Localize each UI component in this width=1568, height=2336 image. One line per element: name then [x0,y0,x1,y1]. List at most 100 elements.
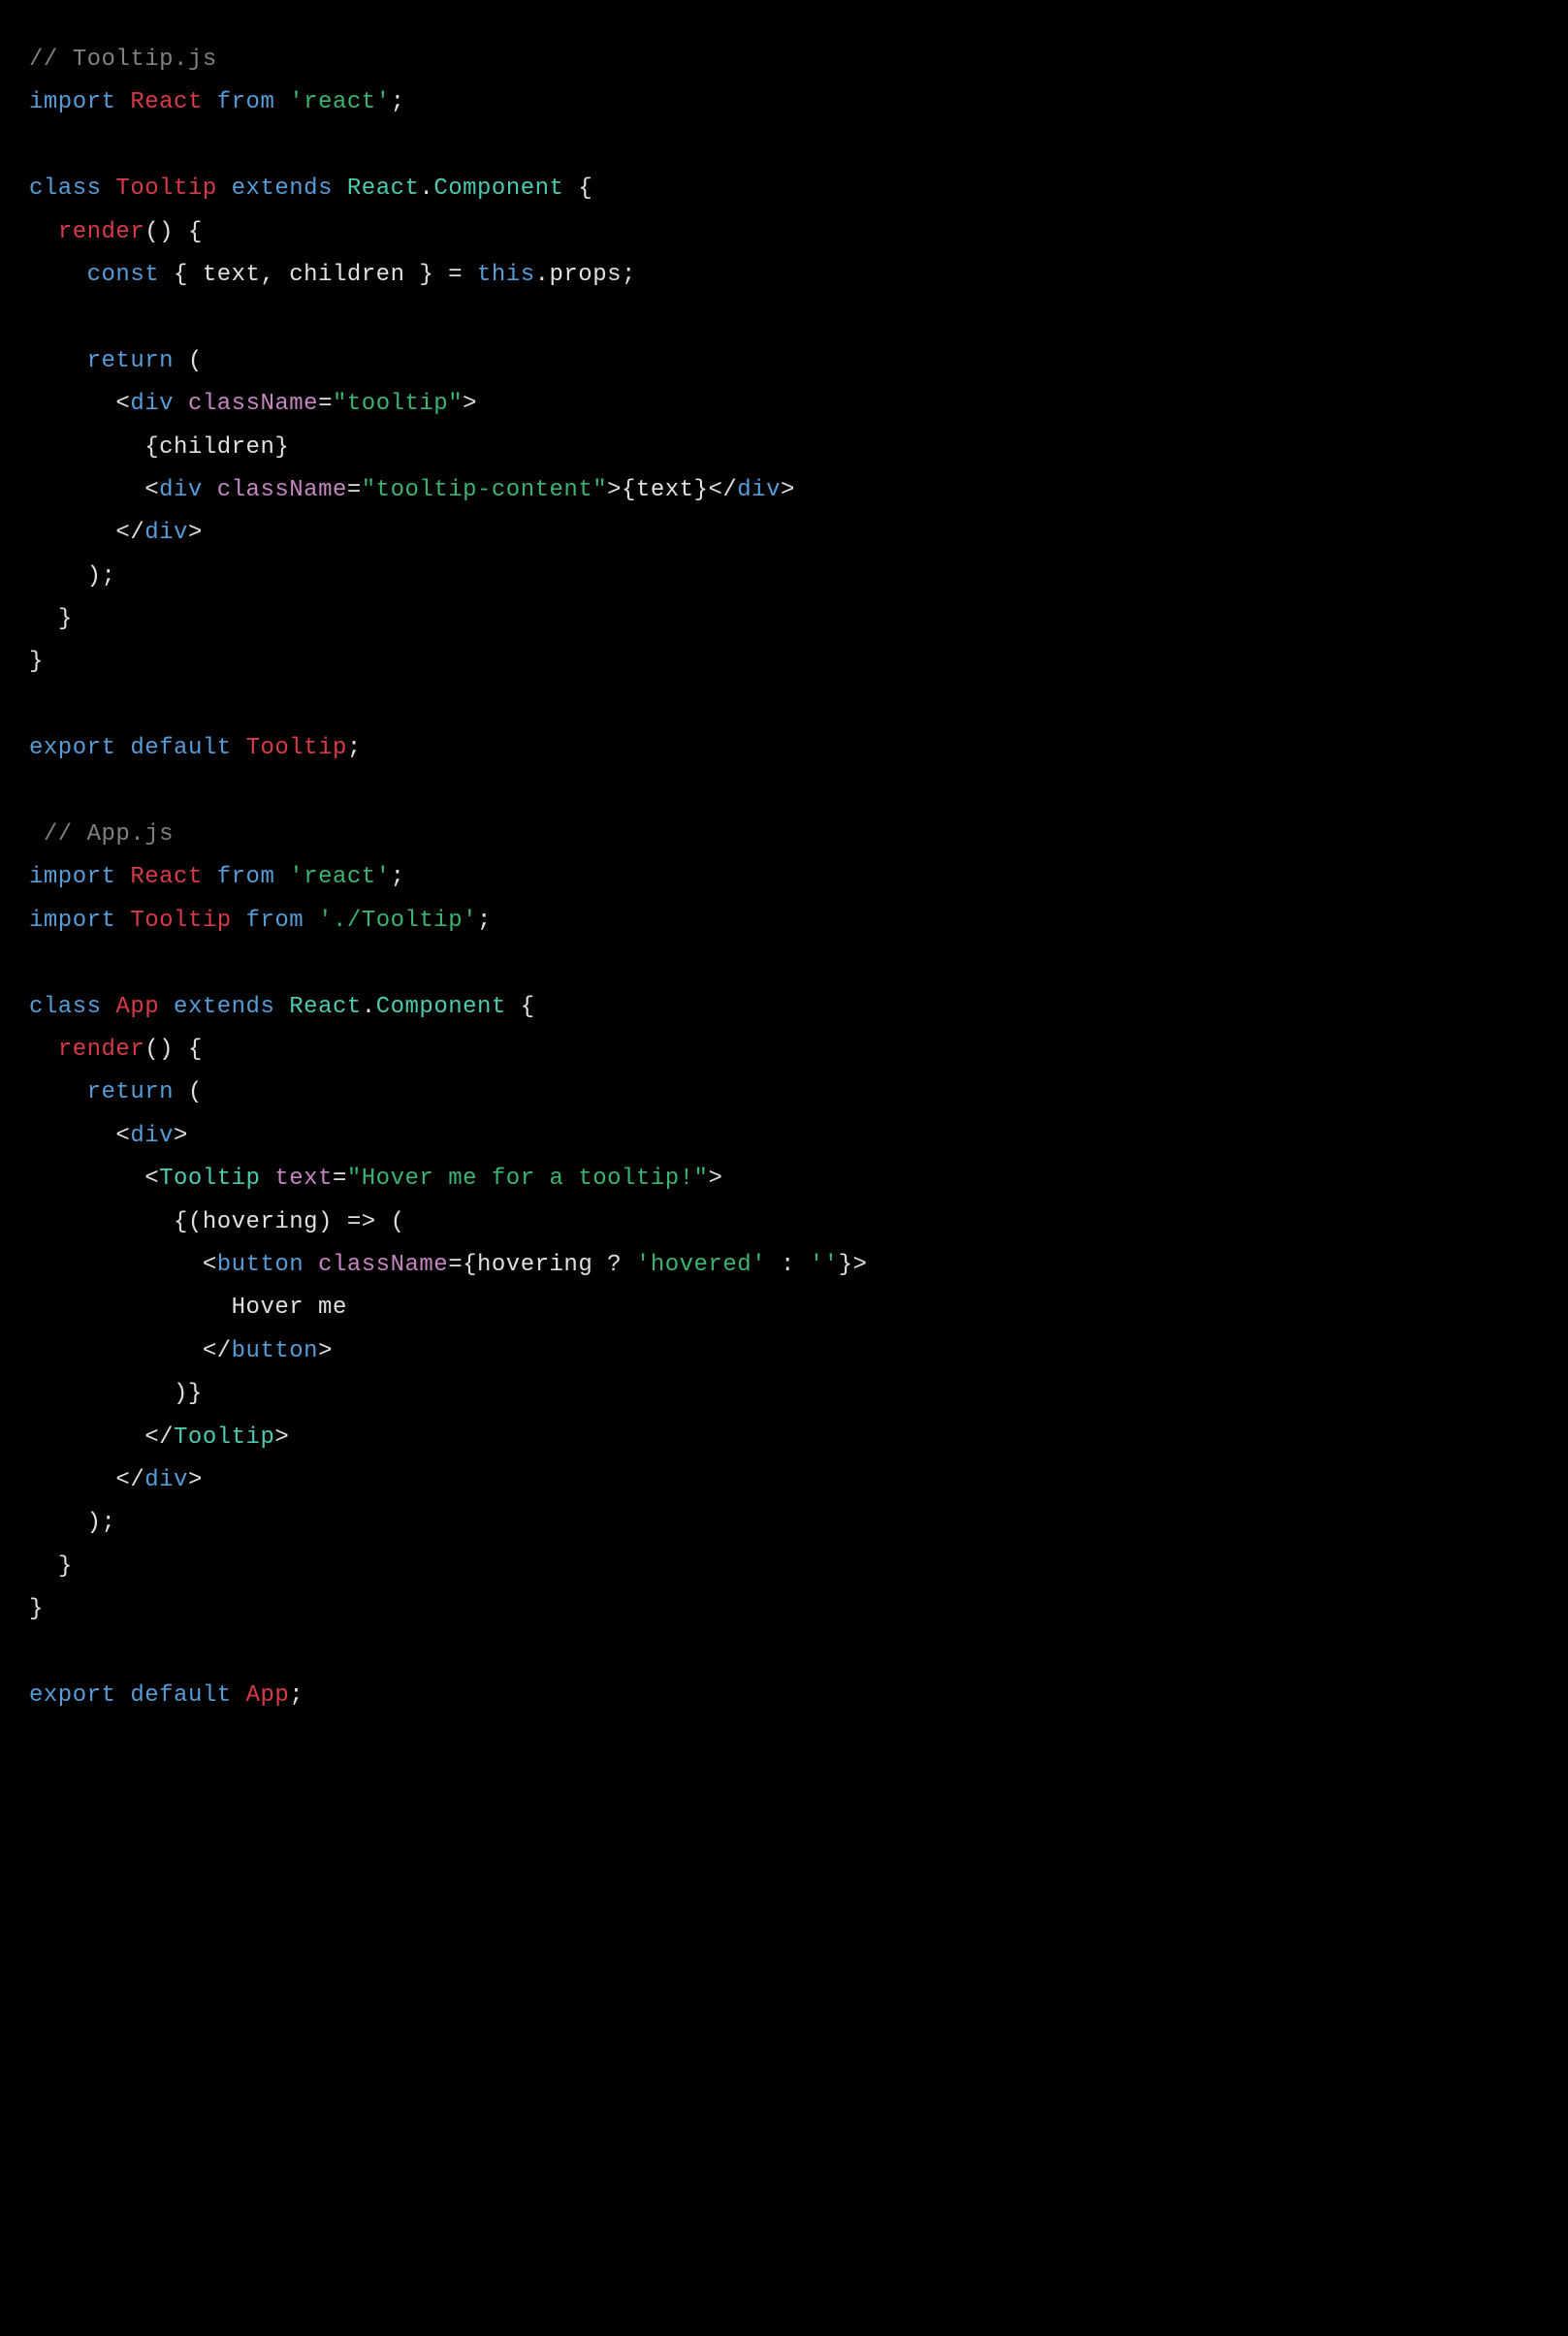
parens-brace: () { [144,1037,203,1063]
component-class: Component [433,176,563,202]
code-block: // Tooltip.js import React from 'react';… [29,39,1539,1717]
jsx-expr-open: {hovering ? [463,1252,636,1278]
tag-div: div [130,1123,174,1149]
tag-close: > [274,1424,289,1451]
close-paren-semi: ); [87,1510,116,1536]
jsx-text: {text} [622,477,708,503]
string-hover-tooltip: "Hover me for a tooltip!" [347,1166,709,1192]
attr-classname: className [188,391,318,417]
react-namespace: React [289,994,362,1020]
tag-close: > [188,1467,203,1493]
space [304,1252,318,1278]
tag-close: > [188,520,203,546]
dot: . [419,176,433,202]
method-render: render [58,1037,144,1063]
open-brace: { [563,176,592,202]
close-brace: } [58,1553,73,1580]
keyword-export: export [29,735,115,761]
tag-close-open: </ [144,1424,174,1451]
render-prop-fn: {(hovering) => ( [174,1209,404,1235]
classname-tooltip: Tooltip [115,176,216,202]
tag-open: < [203,1252,217,1278]
jsx-children: {children} [144,434,289,461]
attr-classname: className [217,477,347,503]
string-react: 'react' [289,89,390,115]
string-tooltip: "tooltip" [333,391,463,417]
identifier-react: React [130,864,203,890]
tag-close: > [607,477,622,503]
keyword-default: default [130,735,231,761]
tag-close: > [174,1123,188,1149]
keyword-this: this [477,262,535,288]
tag-open: < [144,1166,159,1192]
close-brace: } [29,1596,44,1622]
classname-app: App [246,1682,290,1709]
string-hovered: 'hovered' [636,1252,766,1278]
keyword-export: export [29,1682,115,1709]
string-tooltip-path: './Tooltip' [318,908,477,934]
tag-div: div [144,1467,188,1493]
open-paren: ( [174,1079,203,1105]
open-brace: { [506,994,535,1020]
attr-classname: className [318,1252,448,1278]
keyword-class: class [29,994,102,1020]
string-tooltip-content: "tooltip-content" [362,477,607,503]
tag-div: div [159,477,203,503]
comment-tooltip-js: // Tooltip.js [29,47,217,73]
equals: = [347,477,362,503]
method-render: render [58,219,144,245]
attr-text: text [274,1166,333,1192]
tag-open: < [115,1123,130,1149]
destructure: { text, children } = [159,262,477,288]
tag-close-open: </ [115,1467,144,1493]
keyword-from: from [217,89,275,115]
parens-brace: () { [144,219,203,245]
space [174,391,188,417]
tag-close-open: </ [708,477,737,503]
tag-div: div [130,391,174,417]
render-prop-close: )} [174,1381,203,1407]
keyword-from: from [217,864,275,890]
tag-close: > [463,391,477,417]
react-namespace: React [347,176,420,202]
tag-open: < [115,391,130,417]
component-tooltip: Tooltip [159,1166,260,1192]
classname-app: App [115,994,159,1020]
close-brace: } [58,606,73,632]
close-paren-semi: ); [87,563,116,590]
identifier-tooltip: Tooltip [130,908,231,934]
open-paren: ( [174,348,203,374]
component-class: Component [376,994,506,1020]
tag-close-open: </ [115,520,144,546]
component-tooltip: Tooltip [174,1424,274,1451]
keyword-default: default [130,1682,231,1709]
tag-close: > [781,477,795,503]
jsx-expr-close: } [839,1252,853,1278]
space [203,477,217,503]
tag-close: > [852,1252,867,1278]
semicolon: ; [289,1682,304,1709]
keyword-import: import [29,89,115,115]
semicolon: ; [391,89,405,115]
keyword-from: from [246,908,304,934]
keyword-const: const [87,262,160,288]
comment-app-js: // App.js [29,821,174,848]
dot: . [362,994,376,1020]
keyword-return: return [87,1079,174,1105]
tag-div: div [737,477,781,503]
semicolon: ; [477,908,492,934]
keyword-class: class [29,176,102,202]
semicolon: ; [391,864,405,890]
props-access: .props; [535,262,636,288]
equals: = [318,391,333,417]
string-empty: '' [810,1252,839,1278]
tag-div: div [144,520,188,546]
identifier-react: React [130,89,203,115]
keyword-import: import [29,864,115,890]
string-react: 'react' [289,864,390,890]
tag-close-open: </ [203,1338,232,1364]
tag-close: > [318,1338,333,1364]
equals: = [448,1252,463,1278]
tag-close: > [708,1166,722,1192]
space [260,1166,274,1192]
